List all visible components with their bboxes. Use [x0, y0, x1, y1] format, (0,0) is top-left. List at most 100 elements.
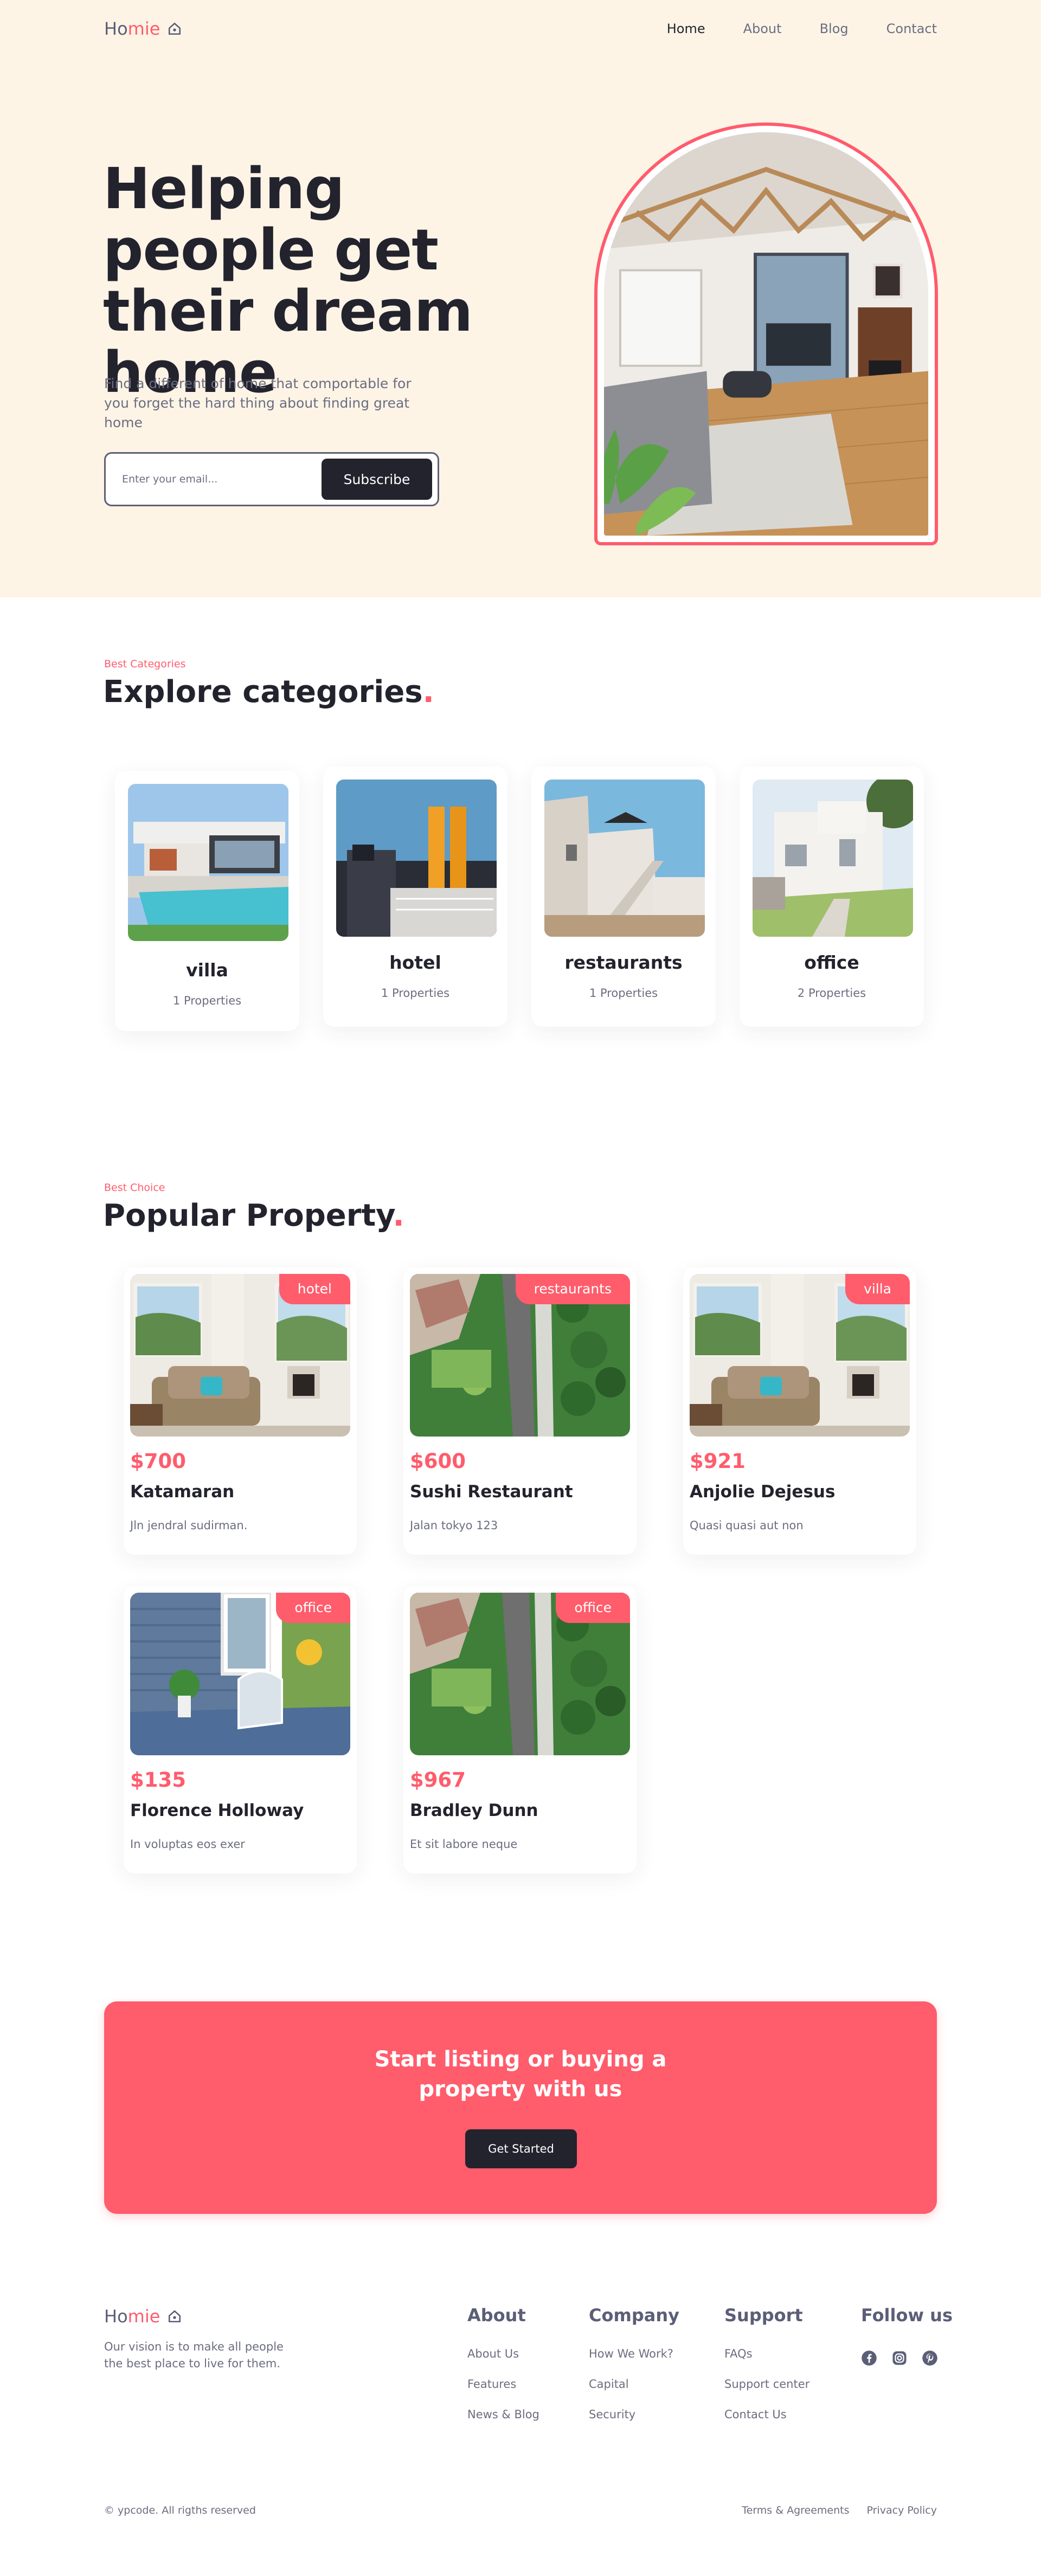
- nav-link-about[interactable]: About: [743, 21, 782, 36]
- footer-column-title: Follow us: [861, 2305, 953, 2326]
- property-category-badge: office: [276, 1593, 350, 1623]
- category-card-hotel[interactable]: hotel 1 Properties: [323, 767, 507, 1027]
- footer-column-follow: Follow us: [861, 2305, 953, 2347]
- terms-link[interactable]: Terms & Agreements: [742, 2504, 849, 2516]
- category-count: 1 Properties: [172, 994, 242, 1007]
- footer-column-about: About About Us Features News & Blog: [467, 2305, 539, 2438]
- top-navigation: Homie Home About Blog Contact: [104, 15, 937, 42]
- property-image: office: [410, 1593, 630, 1755]
- category-card-restaurants[interactable]: restaurants 1 Properties: [531, 767, 716, 1027]
- property-card[interactable]: office $967 Bradley Dunn Et sit labore n…: [403, 1586, 637, 1873]
- footer-logo[interactable]: Homie: [104, 2306, 182, 2327]
- house-icon: [169, 2310, 181, 2323]
- property-card[interactable]: office $135 Florence Holloway In volupta…: [124, 1586, 357, 1873]
- house-icon: [169, 22, 181, 35]
- footer-link[interactable]: Contact Us: [724, 2408, 809, 2421]
- property-name: Katamaran: [130, 1482, 235, 1502]
- property-address: Jalan tokyo 123: [410, 1519, 498, 1532]
- category-image-office: [753, 780, 913, 937]
- property-image: villa: [690, 1274, 910, 1437]
- site-logo[interactable]: Homie: [104, 18, 182, 39]
- hero-interior-image: [604, 132, 928, 536]
- property-price: $135: [130, 1768, 186, 1792]
- copyright-text: © ypcode. All rigths reserved: [104, 2504, 256, 2516]
- category-image-hotel: [336, 780, 497, 937]
- hero-image-frame: [594, 123, 938, 545]
- footer-column-title: Support: [724, 2305, 803, 2326]
- footer-column-support: Support FAQs Support center Contact Us: [724, 2305, 809, 2438]
- property-card[interactable]: hotel $700 Katamaran Jln jendral sudirma…: [124, 1267, 357, 1555]
- logo-text-mie: mie: [127, 2306, 160, 2327]
- footer-link[interactable]: Capital: [589, 2378, 679, 2391]
- footer-legal-links: Terms & Agreements Privacy Policy: [742, 2504, 937, 2516]
- property-image: office: [130, 1593, 350, 1755]
- property-card[interactable]: villa $921 Anjolie Dejesus Quasi quasi a…: [683, 1267, 916, 1555]
- subscribe-form: Subscribe: [104, 452, 439, 506]
- properties-tag: Best Choice: [104, 1182, 165, 1194]
- footer-link[interactable]: FAQs: [724, 2347, 809, 2360]
- footer-description: Our vision is to make all people the bes…: [104, 2340, 284, 2370]
- pinterest-icon[interactable]: [922, 2350, 938, 2366]
- social-links: [861, 2350, 938, 2366]
- categories-tag: Best Categories: [104, 658, 186, 670]
- property-name: Florence Holloway: [130, 1801, 304, 1820]
- property-category-badge: hotel: [279, 1274, 350, 1304]
- property-name: Sushi Restaurant: [410, 1482, 573, 1502]
- facebook-icon[interactable]: [861, 2350, 877, 2366]
- category-name: restaurants: [564, 952, 683, 973]
- hero-title: Helping people get their dream home: [103, 156, 473, 405]
- category-count: 1 Properties: [381, 987, 450, 1000]
- subscribe-button[interactable]: Subscribe: [322, 459, 432, 500]
- footer-link[interactable]: About Us: [467, 2347, 539, 2360]
- properties-title: Popular Property.: [103, 1198, 404, 1233]
- property-image: restaurants: [410, 1274, 630, 1437]
- nav-link-contact[interactable]: Contact: [886, 21, 937, 36]
- instagram-icon[interactable]: [891, 2350, 908, 2366]
- footer-link[interactable]: Security: [589, 2408, 679, 2421]
- category-count: 2 Properties: [797, 987, 866, 1000]
- category-card-office[interactable]: office 2 Properties: [740, 767, 924, 1027]
- category-name: villa: [186, 959, 228, 981]
- category-count: 1 Properties: [589, 987, 658, 1000]
- nav-link-blog[interactable]: Blog: [820, 21, 849, 36]
- property-name: Anjolie Dejesus: [690, 1482, 836, 1502]
- property-address: In voluptas eos exer: [130, 1838, 245, 1851]
- nav-links: Home About Blog Contact: [667, 21, 937, 36]
- footer-link[interactable]: Support center: [724, 2378, 809, 2391]
- property-price: $921: [690, 1450, 746, 1473]
- category-card-villa[interactable]: villa 1 Properties: [115, 771, 299, 1031]
- footer-link[interactable]: How We Work?: [589, 2347, 679, 2360]
- footer-column-company: Company How We Work? Capital Security: [589, 2305, 679, 2438]
- cta-title: Start listing or buying a property with …: [374, 2047, 667, 2102]
- nav-link-home[interactable]: Home: [667, 21, 705, 36]
- property-address: Et sit labore neque: [410, 1838, 518, 1851]
- footer-link[interactable]: Features: [467, 2378, 539, 2391]
- property-address: Quasi quasi aut non: [690, 1519, 804, 1532]
- footer-column-title: Company: [589, 2305, 679, 2326]
- footer-column-title: About: [467, 2305, 526, 2326]
- property-price: $600: [410, 1450, 466, 1473]
- property-image: hotel: [130, 1274, 350, 1437]
- property-category-badge: villa: [845, 1274, 910, 1304]
- property-card[interactable]: restaurants $600 Sushi Restaurant Jalan …: [403, 1267, 637, 1555]
- categories-title: Explore categories.: [103, 674, 434, 710]
- category-image-villa: [128, 784, 288, 941]
- privacy-link[interactable]: Privacy Policy: [867, 2504, 937, 2516]
- logo-text-mie: mie: [127, 18, 160, 39]
- property-category-badge: office: [556, 1593, 630, 1623]
- hero-subtitle: Find a different of home that comportabl…: [104, 376, 412, 430]
- category-name: hotel: [389, 952, 441, 973]
- property-price: $967: [410, 1768, 466, 1792]
- property-price: $700: [130, 1450, 186, 1473]
- email-input[interactable]: [122, 473, 322, 485]
- property-category-badge: restaurants: [515, 1274, 630, 1304]
- property-name: Bradley Dunn: [410, 1801, 538, 1820]
- category-image-restaurants: [544, 780, 705, 937]
- logo-text-ho: Ho: [104, 18, 128, 39]
- logo-text-ho: Ho: [104, 2306, 128, 2327]
- footer-link[interactable]: News & Blog: [467, 2408, 539, 2421]
- category-name: office: [804, 952, 859, 973]
- cta-banner: Start listing or buying a property with …: [104, 2001, 937, 2214]
- hero-section: Homie Home About Blog Contact Helping pe…: [0, 0, 1041, 597]
- get-started-button[interactable]: Get Started: [465, 2129, 577, 2168]
